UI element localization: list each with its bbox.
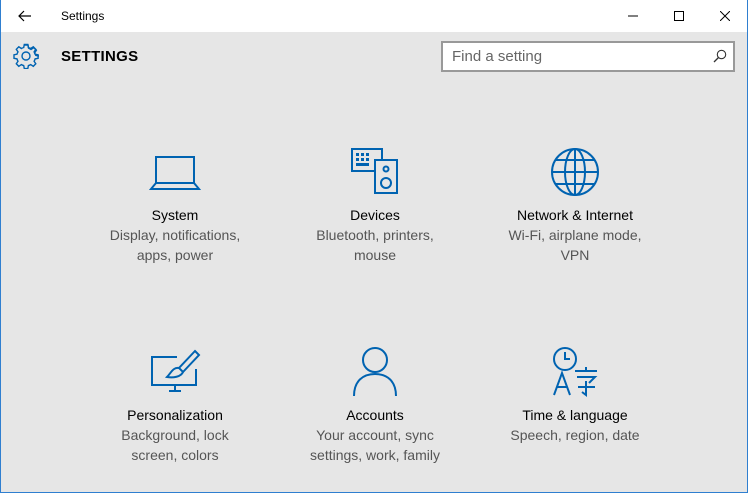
- tile-title: System: [151, 207, 199, 223]
- tile-title: Personalization: [127, 407, 223, 423]
- search-input[interactable]: [443, 43, 703, 70]
- laptop-icon: [149, 156, 201, 190]
- tile-description-line: Speech, region, date: [510, 427, 640, 443]
- personalization-icon: [151, 349, 201, 392]
- devices-icon: [351, 148, 398, 194]
- search-icon[interactable]: [713, 49, 727, 63]
- settings-window: Settings SETTINGS Find a setting System …: [0, 0, 748, 493]
- tile-title: Accounts: [346, 407, 404, 423]
- back-arrow-icon: [18, 10, 31, 22]
- tile-description-line: apps, power: [136, 247, 214, 263]
- tile-description: Speech, region, date: [475, 425, 675, 445]
- tile-accounts[interactable]: Accounts Your account, sync settings, wo…: [275, 345, 475, 493]
- tile-devices[interactable]: Devices Bluetooth, printers, mouse: [275, 145, 475, 295]
- tile-description: Your account, sync settings, work, famil…: [275, 425, 475, 465]
- tile-network-internet[interactable]: Network & Internet Wi-Fi, airplane mode,…: [475, 145, 675, 295]
- tile-description-line: Your account, sync: [316, 427, 434, 443]
- tile-system[interactable]: System Display, notifications, apps, pow…: [75, 145, 275, 295]
- tile-description-line: Background, lock: [121, 427, 229, 443]
- back-button[interactable]: [9, 4, 41, 28]
- tile-description-line: VPN: [560, 247, 590, 263]
- tile-title: Network & Internet: [517, 207, 633, 223]
- tile-description-line: Wi-Fi, airplane mode,: [508, 227, 642, 243]
- tile-description-line: screen, colors: [131, 447, 219, 463]
- tile-description-line: settings, work, family: [310, 447, 440, 463]
- close-icon: [720, 11, 730, 21]
- tile-description: Display, notifications, apps, power: [75, 225, 275, 265]
- close-button[interactable]: [702, 0, 748, 32]
- tile-personalization[interactable]: Personalization Background, lock screen,…: [75, 345, 275, 493]
- tile-description-line: mouse: [353, 247, 397, 263]
- time-language-icon: [553, 347, 598, 397]
- tile-description-line: Display, notifications,: [109, 227, 241, 243]
- tile-time-language[interactable]: Time & language Speech, region, date: [475, 345, 675, 493]
- minimize-button[interactable]: [610, 0, 656, 32]
- title-bar: Settings: [1, 0, 747, 32]
- maximize-button[interactable]: [656, 0, 702, 32]
- page-title: SETTINGS: [61, 48, 139, 65]
- maximize-icon: [674, 11, 684, 21]
- tile-description: Wi-Fi, airplane mode, VPN: [475, 225, 675, 265]
- tile-title: Devices: [350, 207, 400, 223]
- minimize-icon: [628, 15, 638, 17]
- search-box[interactable]: [441, 41, 735, 72]
- tile-description-line: Bluetooth, printers,: [316, 227, 434, 243]
- window-title: Settings: [61, 9, 105, 23]
- tile-description: Background, lock screen, colors: [75, 425, 275, 465]
- globe-icon: [551, 148, 599, 196]
- tile-title: Time & language: [522, 407, 628, 423]
- gear-icon: [13, 43, 39, 69]
- person-icon: [353, 347, 397, 397]
- tile-description: Bluetooth, printers, mouse: [275, 225, 475, 265]
